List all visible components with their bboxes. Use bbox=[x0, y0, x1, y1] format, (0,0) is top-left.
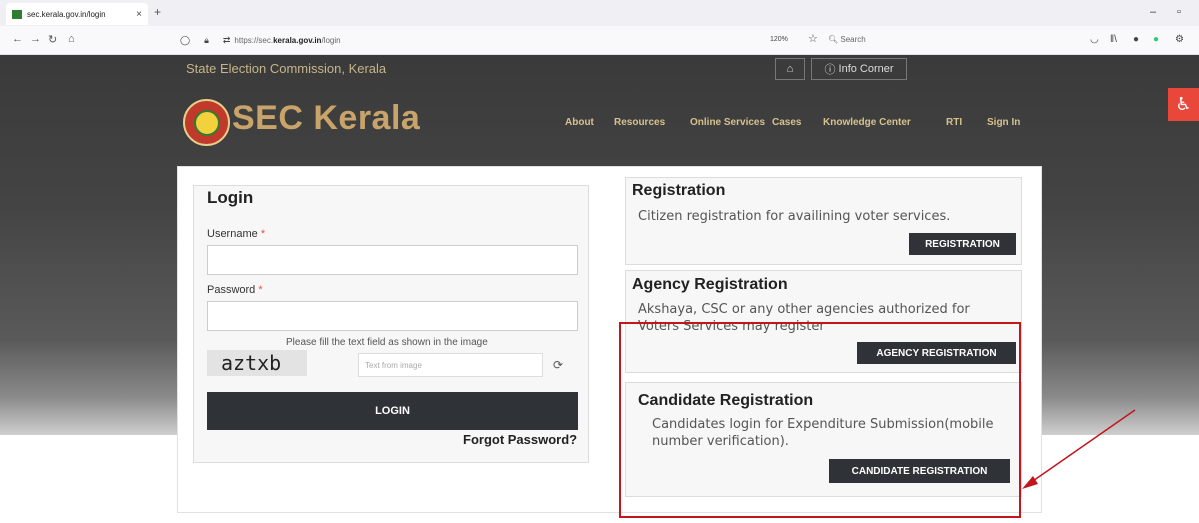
registration-title: Registration bbox=[632, 182, 726, 199]
nav-resources[interactable]: Resources bbox=[614, 117, 665, 128]
info-corner-label: Info Corner bbox=[838, 63, 894, 75]
nav-cases[interactable]: Cases bbox=[772, 117, 801, 128]
username-field[interactable] bbox=[207, 245, 578, 275]
minimize-button[interactable]: – bbox=[1150, 6, 1156, 18]
logo-emblem bbox=[193, 109, 220, 136]
login-title: Login bbox=[207, 188, 254, 207]
nav-rti[interactable]: RTI bbox=[946, 117, 962, 128]
accessibility-icon[interactable]: ♿︎ bbox=[1168, 88, 1199, 121]
new-tab-button[interactable]: + bbox=[154, 5, 161, 19]
site-brand: SEC Kerala bbox=[232, 99, 421, 137]
password-label: Password * bbox=[207, 284, 263, 296]
registration-button[interactable]: REGISTRATION bbox=[909, 233, 1016, 255]
home-browser-icon[interactable]: ⌂ bbox=[68, 33, 75, 45]
captcha-input[interactable]: Text from image bbox=[358, 353, 543, 377]
username-label: Username * bbox=[207, 228, 266, 240]
extension-icon[interactable]: ● bbox=[1133, 34, 1139, 45]
bookmark-star-icon[interactable]: ☆ bbox=[808, 32, 818, 45]
pocket-icon[interactable]: ◡ bbox=[1090, 34, 1099, 45]
back-icon[interactable]: ← bbox=[12, 33, 23, 45]
lock-icon: 🔒︎ bbox=[204, 35, 209, 45]
favicon-icon bbox=[12, 9, 22, 19]
home-icon[interactable]: ⌂ bbox=[775, 58, 805, 80]
browser-tab[interactable]: sec.kerala.gov.in/login × bbox=[6, 3, 148, 25]
nav-about[interactable]: About bbox=[565, 117, 594, 128]
url-text: https://sec.kerala.gov.in/login bbox=[234, 36, 341, 45]
forgot-password-link[interactable]: Forgot Password? bbox=[463, 432, 577, 447]
org-name: State Election Commission, Kerala bbox=[186, 61, 387, 76]
nav-online-services[interactable]: Online Services bbox=[690, 117, 765, 128]
agency-registration-title: Agency Registration bbox=[632, 276, 788, 293]
sec-logo bbox=[183, 99, 230, 146]
tab-title: sec.kerala.gov.in/login bbox=[27, 9, 106, 19]
grammarly-icon[interactable]: ● bbox=[1153, 34, 1159, 45]
maximize-button[interactable]: ▫ bbox=[1177, 6, 1181, 18]
info-icon: ⓘ bbox=[824, 64, 839, 76]
browser-toolbar: ← → ↻ ⌂ ◯ 🔒︎ ⇄ https://sec.kerala.gov.in… bbox=[0, 26, 1199, 55]
settings-icon[interactable]: ⚙ bbox=[1175, 34, 1184, 45]
browser-tab-bar: sec.kerala.gov.in/login × + – ▫ bbox=[0, 0, 1199, 26]
forward-icon[interactable]: → bbox=[30, 33, 41, 45]
search-placeholder: Search bbox=[840, 35, 866, 44]
close-tab-icon[interactable]: × bbox=[136, 9, 142, 20]
search-box[interactable]: 🔍︎ Search bbox=[828, 35, 866, 44]
library-icon[interactable]: ‖\ bbox=[1110, 34, 1117, 45]
permissions-icon: ⇄ bbox=[222, 35, 231, 45]
nav-knowledge-center[interactable]: Knowledge Center bbox=[823, 117, 911, 128]
refresh-captcha-icon[interactable]: ⟳ bbox=[553, 358, 563, 372]
info-corner-button[interactable]: ⓘ Info Corner bbox=[811, 58, 907, 80]
captcha-image: aztxb bbox=[207, 350, 307, 376]
shield-icon: ◯ bbox=[180, 35, 191, 45]
reload-icon[interactable]: ↻ bbox=[48, 33, 57, 46]
registration-desc: Citizen registration for availining vote… bbox=[638, 209, 951, 224]
password-field[interactable] bbox=[207, 301, 578, 331]
login-button[interactable]: LOGIN bbox=[207, 392, 578, 430]
captcha-hint: Please fill the text field as shown in t… bbox=[286, 337, 488, 348]
zoom-level[interactable]: 120% bbox=[770, 36, 788, 43]
nav-sign-in[interactable]: Sign In bbox=[987, 117, 1020, 128]
highlight-box bbox=[619, 322, 1021, 518]
